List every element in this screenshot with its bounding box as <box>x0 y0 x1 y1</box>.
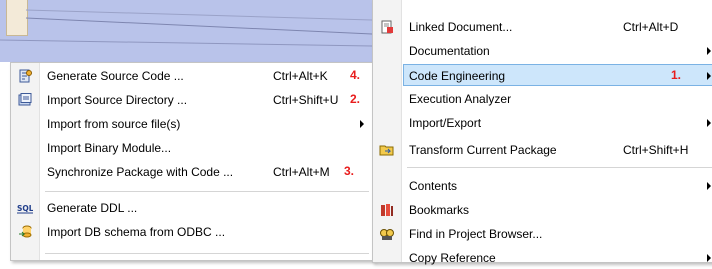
menu-item-code-engineering[interactable]: Code Engineering 1. <box>403 64 712 86</box>
menu-item-label: Linked Document... <box>409 20 513 34</box>
menu-item-import-from-source-files[interactable]: Import from source file(s) <box>11 113 373 135</box>
menu-item-label: Import Source Directory ... <box>47 93 188 107</box>
menu-item-documentation[interactable]: Documentation <box>373 40 712 62</box>
menu-item-execution-analyzer[interactable]: Execution Analyzer <box>373 88 712 110</box>
context-menu: Linked Document... Ctrl+Alt+D Documentat… <box>372 0 712 265</box>
step-number: 4. <box>350 68 361 82</box>
menu-item-shortcut: Ctrl+Alt+M <box>273 165 330 179</box>
menu-item-generate-source-code[interactable]: Generate Source Code ... Ctrl+Alt+K 4. <box>11 65 373 87</box>
svg-text:SQL: SQL <box>17 204 33 213</box>
menu-item-label: Import/Export <box>409 116 482 130</box>
submenu-arrow-icon <box>360 120 364 128</box>
submenu-arrow-icon <box>707 254 711 262</box>
submenu-arrow-icon <box>707 47 711 55</box>
diagram-connectors <box>0 9 372 47</box>
menu-item-shortcut: Ctrl+Alt+K <box>273 69 328 83</box>
menu-item-copy-reference[interactable]: Copy Reference <box>373 247 712 269</box>
submenu-arrow-icon <box>707 119 711 127</box>
menu-item-import-export[interactable]: Import/Export <box>373 112 712 134</box>
step-number: 3. <box>344 164 355 178</box>
bookmark-icon <box>379 202 395 218</box>
menu-item-label: Copy Reference <box>409 251 496 265</box>
menu-item-label: Documentation <box>409 44 490 58</box>
menu-item-label: Code Engineering <box>409 69 506 83</box>
menu-separator <box>45 253 369 254</box>
menu-item-shortcut: Ctrl+Alt+D <box>623 20 679 34</box>
import-directory-icon <box>17 92 33 108</box>
step-number: 1. <box>671 68 682 82</box>
odbc-import-icon <box>17 224 33 240</box>
menu-item-generate-ddl[interactable]: SQL Generate DDL ... <box>11 197 373 219</box>
menu-item-label: Import from source file(s) <box>47 117 181 131</box>
menu-item-shortcut: Ctrl+Shift+U <box>273 93 339 107</box>
menu-item-bookmarks[interactable]: Bookmarks <box>373 199 712 221</box>
menu-item-label: Find in Project Browser... <box>409 227 543 241</box>
submenu-arrow-icon <box>707 72 711 80</box>
menu-item-transform-current-package[interactable]: Transform Current Package Ctrl+Shift+H <box>373 139 712 161</box>
menu-item-label: Bookmarks <box>409 203 470 217</box>
menu-item-shortcut: Ctrl+Shift+H <box>623 143 689 157</box>
menu-item-contents[interactable]: Contents <box>373 175 712 197</box>
menu-item-import-binary-module[interactable]: Import Binary Module... <box>11 137 373 159</box>
menu-separator <box>407 167 712 168</box>
submenu-arrow-icon <box>707 182 711 190</box>
menu-item-linked-document[interactable]: Linked Document... Ctrl+Alt+D <box>373 16 712 38</box>
code-engineering-submenu: Generate Source Code ... Ctrl+Alt+K 4. I… <box>10 62 374 261</box>
menu-item-find-in-project-browser[interactable]: Find in Project Browser... <box>373 223 712 245</box>
menu-item-label: Generate Source Code ... <box>47 69 184 83</box>
find-browser-icon <box>379 226 395 242</box>
menu-item-import-source-directory[interactable]: Import Source Directory ... Ctrl+Shift+U… <box>11 89 373 111</box>
step-number: 2. <box>350 92 361 106</box>
sql-icon: SQL <box>17 200 33 216</box>
transform-package-icon <box>379 142 395 158</box>
menu-item-label: Synchronize Package with Code ... <box>47 165 234 179</box>
menu-item-label: Import Binary Module... <box>47 141 172 155</box>
menu-item-import-db-schema[interactable]: Import DB schema from ODBC ... <box>11 221 373 243</box>
menu-item-label: Execution Analyzer <box>409 92 512 106</box>
diagram-canvas <box>0 0 372 62</box>
menu-item-label: Transform Current Package <box>409 143 557 157</box>
menu-item-label: Contents <box>409 179 458 193</box>
menu-item-synchronize-package[interactable]: Synchronize Package with Code ... Ctrl+A… <box>11 161 373 183</box>
menu-item-label: Import DB schema from ODBC ... <box>47 225 226 239</box>
menu-separator <box>45 191 369 192</box>
linked-document-icon <box>379 19 395 35</box>
generate-code-icon <box>17 68 33 84</box>
menu-item-label: Generate DDL ... <box>47 201 138 215</box>
